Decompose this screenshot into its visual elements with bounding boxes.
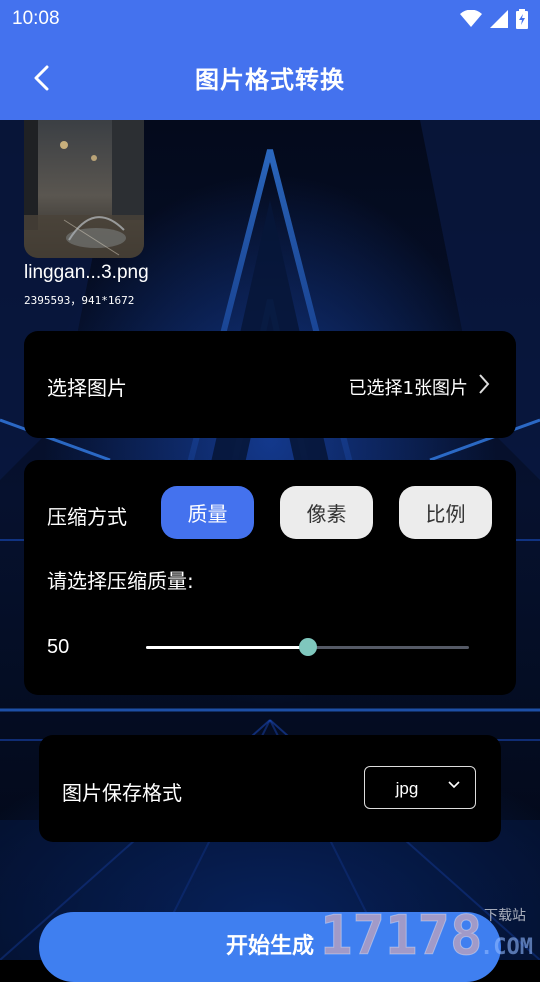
signal-icon	[490, 10, 508, 28]
site-watermark: 17178 .COM 下载站	[318, 898, 540, 968]
compress-ratio-button[interactable]: 比例	[399, 486, 492, 539]
watermark-suffix: .COM	[480, 935, 533, 960]
file-meta: 2395593，941*1672	[24, 294, 135, 307]
save-format-row: 图片保存格式 jpg	[39, 735, 501, 842]
chevron-right-icon	[479, 374, 490, 394]
slider-thumb[interactable]	[298, 638, 317, 656]
slider-fill	[146, 646, 308, 649]
image-thumbnail[interactable]	[24, 120, 144, 258]
quality-value: 50	[47, 636, 70, 658]
format-value: jpg	[395, 779, 419, 798]
format-dropdown[interactable]: jpg	[364, 766, 476, 809]
save-format-label: 图片保存格式	[62, 781, 182, 805]
watermark-number: 17178	[320, 904, 483, 960]
status-time: 10:08	[12, 8, 60, 29]
page-title: 图片格式转换	[195, 66, 345, 94]
quality-slider[interactable]	[146, 638, 469, 656]
compress-pixel-button[interactable]: 像素	[280, 486, 373, 539]
file-name: linggan...3.png	[24, 262, 149, 283]
status-bar: 10:08	[0, 0, 540, 38]
select-image-label: 选择图片	[47, 376, 127, 400]
compress-quality-button[interactable]: 质量	[161, 486, 254, 539]
status-icons	[460, 9, 528, 29]
watermark-tag: 下载站	[484, 908, 526, 924]
battery-icon	[516, 9, 528, 29]
compression-label: 压缩方式	[47, 505, 127, 529]
select-image-row[interactable]: 选择图片 已选择1张图片	[24, 331, 516, 438]
wifi-icon	[460, 10, 482, 27]
compression-panel: 压缩方式 质量 像素 比例 请选择压缩质量: 50	[24, 460, 516, 695]
quality-prompt: 请选择压缩质量:	[47, 569, 194, 593]
app-header: 图片格式转换	[0, 38, 540, 120]
select-image-value: 已选择1张图片	[348, 378, 468, 399]
chevron-down-icon	[448, 781, 460, 789]
